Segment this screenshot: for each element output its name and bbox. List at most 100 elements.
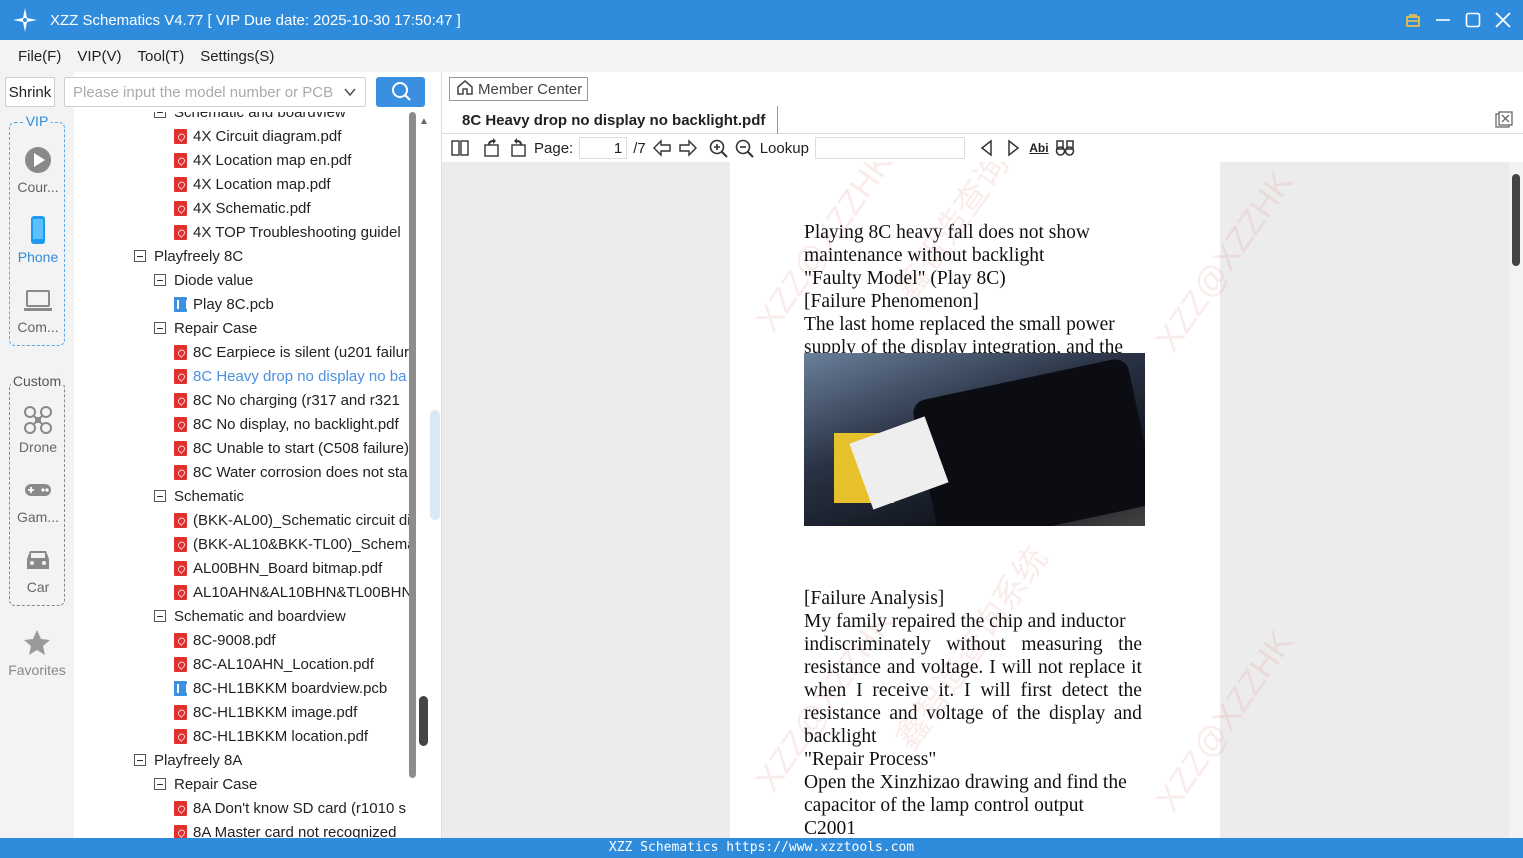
document-line: when Ireceive it. Iwill first detect the bbox=[804, 680, 1142, 701]
pdf-file-icon bbox=[174, 344, 187, 360]
close-tabs-icon[interactable] bbox=[1495, 111, 1513, 129]
close-button[interactable] bbox=[1495, 12, 1511, 28]
lookup-input[interactable] bbox=[814, 137, 965, 159]
play-icon bbox=[23, 145, 53, 175]
viewer-scrollbar-thumb[interactable] bbox=[1512, 174, 1520, 266]
chevron-down-icon[interactable] bbox=[343, 85, 357, 103]
shrink-button[interactable]: Shrink bbox=[5, 77, 55, 107]
nav-drone[interactable]: Drone bbox=[10, 405, 66, 455]
nav-car[interactable]: Car bbox=[10, 545, 66, 595]
two-page-view-icon[interactable] bbox=[450, 138, 470, 158]
tree-folder[interactable]: Schematic and boardview bbox=[154, 604, 346, 628]
tree-item-label: Repair Case bbox=[174, 775, 258, 793]
tree-folder[interactable]: Schematic bbox=[154, 484, 244, 508]
nav-computer[interactable]: Com... bbox=[10, 285, 66, 335]
tree-item-label: 8C-HL1BKKM location.pdf bbox=[193, 727, 369, 745]
tree-file[interactable]: Play 8C.pcb bbox=[174, 292, 274, 316]
tree-file[interactable]: 8A Don't know SD card (r1010 s bbox=[174, 796, 406, 820]
document-paragraph-2: [Failure Analysis] My family repaired the… bbox=[804, 587, 1142, 838]
minimize-button[interactable] bbox=[1435, 12, 1451, 28]
rotate-left-icon[interactable] bbox=[482, 138, 502, 158]
phone-photo bbox=[804, 353, 1145, 526]
find-previous-icon[interactable] bbox=[977, 138, 997, 158]
tree-file[interactable]: 8C Unable to start (C508 failure) bbox=[174, 436, 409, 460]
maximize-button[interactable] bbox=[1465, 12, 1481, 28]
find-next-icon[interactable] bbox=[1003, 138, 1023, 158]
custom-group-label: Custom bbox=[10, 373, 64, 389]
search-icon bbox=[390, 80, 412, 105]
tree-item-label: Schematic and boardview bbox=[174, 112, 346, 121]
menu-file[interactable]: File(F) bbox=[18, 48, 61, 65]
panel-splitter[interactable] bbox=[430, 410, 440, 520]
tree-file[interactable]: 8C No charging (r317 and r321 bbox=[174, 388, 400, 412]
tree-file[interactable]: AL00BHN_Board bitmap.pdf bbox=[174, 556, 382, 580]
tree-file[interactable]: 8C-9008.pdf bbox=[174, 628, 276, 652]
menu-vip[interactable]: VIP(V) bbox=[77, 48, 121, 65]
pdf-file-icon bbox=[174, 128, 187, 144]
window-title: XZZ Schematics V4.77 [ VIP Due date: 202… bbox=[50, 11, 461, 29]
pdf-file-icon bbox=[174, 440, 187, 456]
scroll-up-arrow-icon[interactable]: ▲ bbox=[419, 116, 429, 127]
tree-file[interactable]: 8C-AL10AHN_Location.pdf bbox=[174, 652, 374, 676]
rotate-right-icon[interactable] bbox=[508, 138, 528, 158]
nav-courses[interactable]: Cour... bbox=[10, 145, 66, 195]
tree-file[interactable]: 8C No display, no backlight.pdf bbox=[174, 412, 399, 436]
tree-folder[interactable]: Playfreely 8A bbox=[134, 748, 242, 772]
tree-scrollbar-thumb[interactable] bbox=[419, 696, 428, 746]
search-input[interactable]: Please input the model number or PCB bbox=[64, 77, 366, 107]
tree-item-label: Schematic bbox=[174, 487, 245, 505]
tree-file[interactable]: 4X Location map.pdf bbox=[174, 172, 331, 196]
next-page-icon[interactable] bbox=[678, 138, 698, 158]
tree-file[interactable]: (BKK-AL10&BKK-TL00)_Schema bbox=[174, 532, 416, 556]
tree-file[interactable]: 8C-HL1BKKM location.pdf bbox=[174, 724, 368, 748]
tree-file[interactable]: 8C-HL1BKKM boardview.pcb bbox=[174, 676, 387, 700]
nav-phone[interactable]: Phone bbox=[10, 215, 66, 265]
binoculars-icon[interactable] bbox=[1055, 138, 1075, 158]
tree-item-label: 8C Unable to start (C508 failure) bbox=[193, 439, 409, 457]
document-viewer[interactable]: XZZ@XZZHK XZZ@XZZHK XZZ@XZZHK XZZ@XZZHK … bbox=[442, 162, 1509, 838]
zoom-in-icon[interactable] bbox=[708, 138, 728, 158]
tree-folder[interactable]: Repair Case bbox=[154, 316, 257, 340]
tree-scrollbar-track[interactable] bbox=[409, 112, 416, 778]
pdf-file-icon bbox=[174, 656, 187, 672]
phone-icon bbox=[23, 215, 53, 245]
tree-file[interactable]: 4X Location map en.pdf bbox=[174, 148, 351, 172]
tree-file[interactable]: 4X Circuit diagram.pdf bbox=[174, 124, 341, 148]
tree-file[interactable]: 8A Master card not recognized bbox=[174, 820, 396, 838]
tree-file[interactable]: (BKK-AL00)_Schematic circuit di bbox=[174, 508, 411, 532]
tree-file[interactable]: 8C Heavy drop no display no ba bbox=[174, 364, 406, 388]
member-center-button[interactable]: Member Center bbox=[449, 77, 588, 101]
tree-file[interactable]: 8C Water corrosion does not sta bbox=[174, 460, 408, 484]
tree-folder[interactable]: Repair Case bbox=[154, 772, 257, 796]
tree-file[interactable]: 8C Earpiece is silent (u201 failur bbox=[174, 340, 409, 364]
drone-icon bbox=[23, 405, 53, 435]
tree-folder[interactable]: Schematic and boardview bbox=[154, 112, 346, 124]
pdf-file-icon bbox=[174, 728, 187, 744]
laptop-icon bbox=[23, 285, 53, 315]
tree-folder[interactable]: Playfreely 8C bbox=[134, 244, 243, 268]
tree-file[interactable]: 4X Schematic.pdf bbox=[174, 196, 311, 220]
car-icon bbox=[23, 545, 53, 575]
viewer-scrollbar[interactable] bbox=[1509, 162, 1523, 838]
menu-tool[interactable]: Tool(T) bbox=[138, 48, 185, 65]
tree-folder[interactable]: Diode value bbox=[154, 268, 253, 292]
menu-settings[interactable]: Settings(S) bbox=[200, 48, 274, 65]
document-line: maintenance without backlight bbox=[804, 245, 1045, 266]
vip-bag-icon[interactable] bbox=[1405, 12, 1421, 28]
document-line: "Faulty Model" (Play 8C) bbox=[804, 268, 1006, 289]
search-button[interactable] bbox=[376, 77, 425, 107]
page-number-input[interactable]: 1 bbox=[579, 137, 628, 159]
zoom-out-icon[interactable] bbox=[734, 138, 754, 158]
nav-favorites[interactable]: Favorites bbox=[0, 628, 74, 678]
tree-file[interactable]: 4X TOP Troubleshooting guidel bbox=[174, 220, 401, 244]
tree-item-label: 8C No display, no backlight.pdf bbox=[193, 415, 399, 433]
collapse-icon bbox=[154, 112, 166, 118]
document-tab[interactable]: 8C Heavy drop no display no backlight.pd… bbox=[450, 106, 779, 134]
nav-gaming[interactable]: Gam... bbox=[10, 475, 66, 525]
match-case-icon[interactable]: Abi bbox=[1029, 138, 1049, 158]
pdf-file-icon bbox=[174, 200, 187, 216]
tree-file[interactable]: 8C-HL1BKKM image.pdf bbox=[174, 700, 357, 724]
tree-file[interactable]: AL10AHN&AL10BHN&TL00BHN bbox=[174, 580, 412, 604]
previous-page-icon[interactable] bbox=[652, 138, 672, 158]
tree-item-label: 4X Schematic.pdf bbox=[193, 199, 311, 217]
